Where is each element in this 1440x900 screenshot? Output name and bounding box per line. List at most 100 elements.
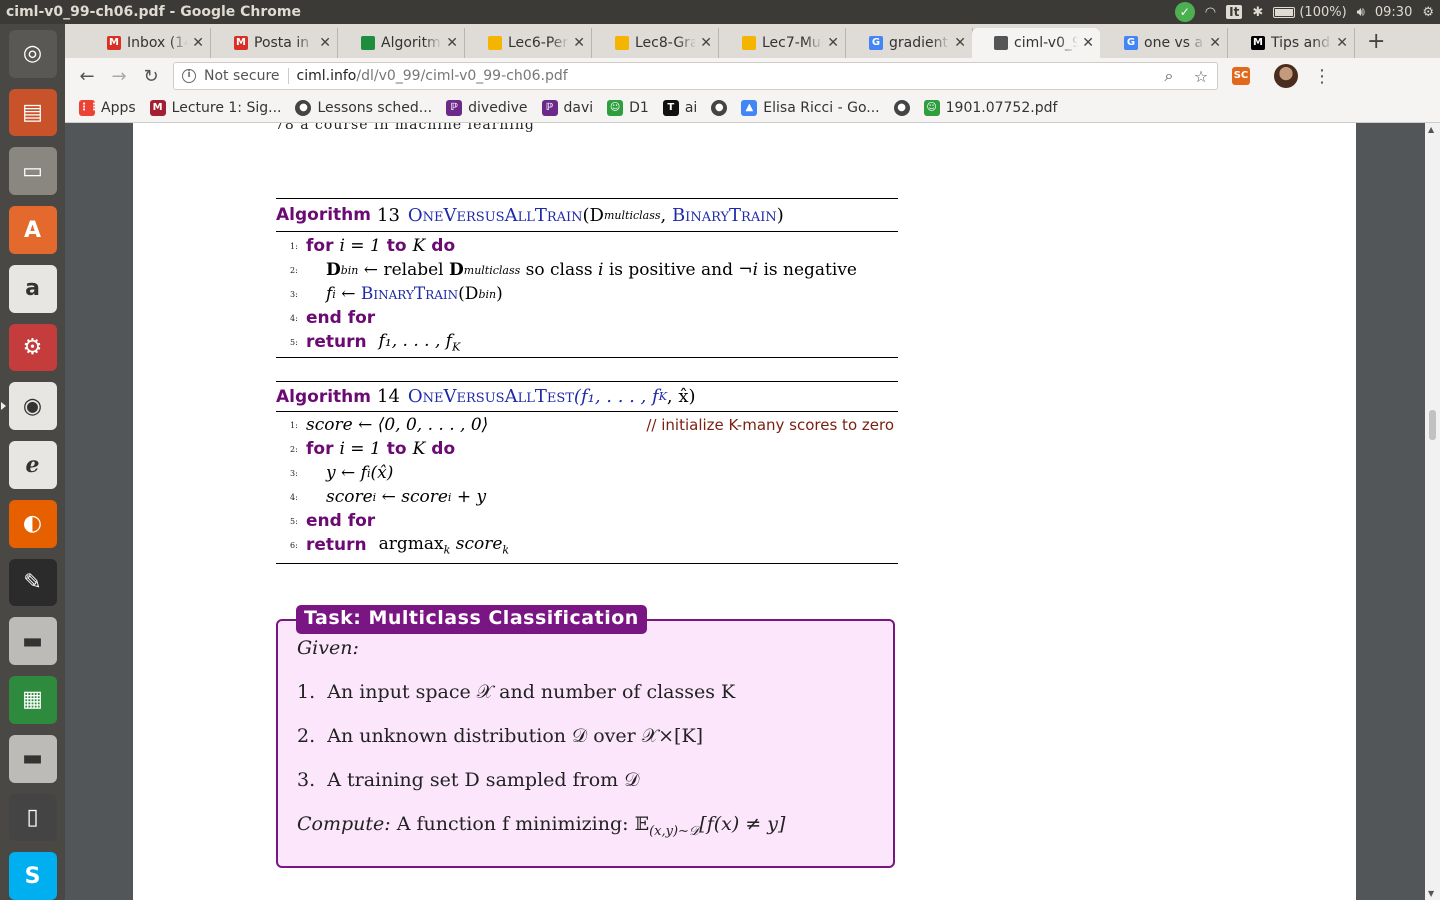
profile-avatar[interactable] [1274, 64, 1298, 88]
bookmark-item[interactable]: Tai [662, 100, 697, 116]
phone-icon[interactable]: ▯ [8, 793, 57, 842]
presentation-icon[interactable]: ▤ [8, 88, 57, 137]
info-icon[interactable]: i [182, 69, 196, 83]
bookmark-item[interactable]: ☺ D1 [607, 100, 649, 116]
line-number: 4: [290, 314, 298, 323]
close-icon[interactable]: ✕ [1209, 35, 1221, 51]
scroll-down-icon[interactable]: ▼ [1428, 889, 1434, 898]
bookmark-item[interactable]: ● Lessons sched... [295, 100, 432, 116]
mit-ocw-icon: M [149, 100, 166, 116]
scholar-icon: ▲ [741, 100, 758, 116]
keyboard-layout-indicator[interactable]: It [1226, 5, 1243, 19]
bookmark-item[interactable]: ● [893, 100, 910, 116]
update-check-icon[interactable]: ✓ [1174, 2, 1195, 22]
pdf-scrollbar[interactable]: ▲ ▼ [1425, 123, 1440, 900]
clock[interactable]: 09:30 [1375, 5, 1412, 20]
browser-tab[interactable]: Lec6-Perceptron✕ [466, 28, 592, 58]
browser-tab[interactable]: Lec7-Multiclass✕ [720, 28, 846, 58]
tab-strip: MInbox (14✕MPosta in arrivo✕Algoritmi✕Le… [65, 24, 1440, 58]
browser-tab[interactable]: Gone vs all ✕ [1102, 28, 1228, 58]
pdf-viewer: 78 a course in machine learning Algorith… [65, 123, 1440, 900]
dp-icon: ℙ [446, 100, 463, 116]
dp-icon: ℙ [541, 100, 558, 116]
drive-disk-icon[interactable]: ▬ [8, 617, 57, 666]
keyword-do: do [431, 236, 456, 256]
tab-label: Algoritmi [381, 35, 443, 51]
keyword-end-for: end for [306, 308, 376, 328]
chrome-icon[interactable]: ◉ [0, 382, 57, 431]
tab-label: Lec7-Multiclass [762, 35, 824, 51]
algorithm-13: Algorithm 13 OneVersusAllTrain (D multicl… [276, 198, 898, 358]
close-icon[interactable]: ✕ [573, 35, 585, 51]
bookmark-item[interactable]: ℙdivedive [446, 100, 528, 116]
url-text[interactable]: ciml.info/dl/v0_99/ciml-v0_99-ch06.pdf [297, 68, 1153, 84]
compute-end: [f(x) ≠ y] [699, 813, 786, 835]
globe-icon: ● [711, 100, 728, 116]
bookmark-label: divedive [468, 100, 528, 116]
bookmark-star-icon[interactable]: ☆ [1185, 67, 1217, 86]
close-icon[interactable]: ✕ [1336, 35, 1348, 51]
wifi-icon[interactable]: ◠ [1205, 5, 1216, 20]
bookmark-item[interactable]: ⋮⋮ Apps [79, 100, 136, 116]
algo13-line-2: 2: Dbin ← relabel Dmulticlass so class i… [276, 258, 898, 282]
close-icon[interactable]: ✕ [192, 35, 204, 51]
close-icon[interactable]: ✕ [954, 35, 966, 51]
gear-icon[interactable]: ⚙ [1422, 5, 1434, 20]
chrome-menu-icon[interactable]: ⋮ [1306, 66, 1338, 87]
line-number: 5: [290, 338, 298, 347]
spreadsheet-icon[interactable]: ▦ [8, 676, 57, 724]
evince-icon[interactable]: ℯ [8, 441, 57, 489]
amazon-icon[interactable]: a [8, 264, 57, 313]
volume-icon[interactable]: 🔊︎ [1357, 5, 1365, 20]
browser-tab[interactable]: M Inbox (14 ✕ [85, 28, 211, 58]
smiley-icon: ☺ [607, 100, 624, 116]
address-bar[interactable]: i Not secure ciml.info/dl/v0_99/ciml-v0_… [173, 62, 1218, 90]
extension-sc-icon[interactable]: SC [1232, 67, 1250, 85]
forward-button[interactable]: → [103, 66, 135, 87]
line-number: 5: [290, 517, 298, 526]
new-tab-button[interactable]: + [1367, 29, 1385, 54]
system-top-bar: ciml-v0_99-ch06.pdf - Google Chrome ✓ ◠ … [0, 0, 1440, 24]
score-init: score ← ⟨0, 0, . . . , 0⟩ [306, 415, 489, 435]
bookmark-item[interactable]: M Lecture 1: Sig... [149, 100, 281, 116]
bluetooth-icon[interactable]: ✱ [1252, 5, 1263, 20]
zoom-icon[interactable]: ⌕ [1153, 66, 1185, 86]
task-compute: Compute: A function f minimizing: 𝔼(x,y)… [297, 813, 785, 839]
scrollbar-thumb[interactable] [1429, 410, 1436, 440]
bookmark-item[interactable]: ☺ 1901.07752.pdf [923, 100, 1057, 116]
keyword-for: for [306, 236, 334, 256]
line-number: 4: [290, 493, 298, 502]
browser-tab[interactable]: Ggradient ✕ [847, 28, 973, 58]
browser-tab[interactable]: ciml-v0_99✕ [972, 28, 1100, 58]
battery-indicator[interactable]: (100%) [1273, 5, 1347, 20]
battery-icon [1273, 6, 1296, 18]
close-icon[interactable]: ✕ [1082, 35, 1094, 51]
software-center-icon[interactable]: A [8, 206, 57, 254]
medium-icon: M [1251, 36, 1265, 50]
bookmark-item[interactable]: ℙdavi [541, 100, 593, 116]
settings-icon[interactable]: ⚙ [8, 323, 57, 372]
close-icon[interactable]: ✕ [446, 35, 458, 51]
close-icon[interactable]: ✕ [827, 35, 839, 51]
firefox-icon[interactable]: ◐ [8, 499, 57, 548]
algo14-line-5: 5: end for [276, 509, 898, 533]
task-item-2: 2. An unknown distribution 𝒟 over 𝒳×[K] [297, 725, 703, 747]
browser-tab[interactable]: M Tips and ✕ [1229, 28, 1355, 58]
browser-tab[interactable]: Algoritmi ✕ [339, 28, 465, 58]
files-icon[interactable]: ▭ [8, 147, 57, 196]
drive-disk-icon[interactable]: ▬ [8, 734, 57, 783]
close-icon[interactable]: ✕ [700, 35, 712, 51]
algo14-line-6: 6: return argmaxk scorek [276, 533, 898, 557]
ubuntu-dash-icon[interactable]: ◎ [8, 30, 57, 78]
reload-button[interactable]: ↻ [135, 66, 167, 87]
browser-tab[interactable]: Lec8-Gradient✕ [593, 28, 719, 58]
bookmark-item[interactable]: ▲ Elisa Ricci - Go... [741, 100, 880, 116]
dataset-bin: D [326, 260, 341, 280]
back-button[interactable]: ← [71, 66, 103, 87]
bookmark-item[interactable]: ● [711, 100, 728, 116]
browser-tab[interactable]: M Posta in arrivo✕ [212, 28, 338, 58]
skype-icon[interactable]: S [8, 852, 57, 900]
inkscape-icon[interactable]: ✎ [8, 558, 57, 607]
scroll-up-icon[interactable]: ▲ [1428, 125, 1434, 134]
close-icon[interactable]: ✕ [319, 35, 331, 51]
